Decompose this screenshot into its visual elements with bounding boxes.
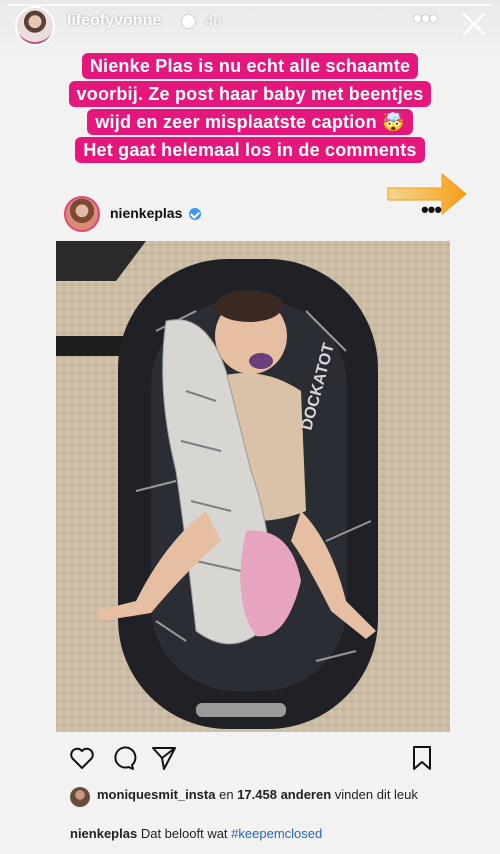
story-username[interactable]: lifeofyvonne — [67, 12, 161, 30]
likes-first-user[interactable]: moniquesmit_insta — [97, 787, 215, 802]
caption-line: Nienke Plas is nu echt alle schaamte — [81, 53, 419, 79]
caption-line: voorbij. Ze post haar baby met beentjes — [68, 81, 432, 107]
story-avatar[interactable] — [15, 6, 55, 46]
likes-others[interactable]: anderen — [281, 787, 332, 802]
likes-text[interactable]: moniquesmit_insta en 17.458 anderen vind… — [97, 786, 437, 803]
caption-line: Het gaat helemaal los in de comments — [75, 137, 425, 163]
likes-connector: en — [219, 787, 234, 802]
caption-line: wijd en zeer misplaatste caption 🤯 — [87, 109, 413, 135]
story-caption: Nienke Plas is nu echt alle schaamte voo… — [0, 52, 500, 164]
verified-badge-icon — [182, 15, 195, 28]
story-timestamp: 4u — [205, 13, 222, 30]
post-photo: DOCKATOT — [56, 241, 450, 732]
caption-hashtag[interactable]: #keepemclosed — [231, 826, 322, 841]
post-actions — [56, 744, 450, 774]
post-username[interactable]: nienkeplas — [110, 205, 182, 221]
post-caption: nienkeplas Dat belooft wat #keepemclosed — [70, 826, 322, 841]
verified-badge-icon — [189, 208, 201, 220]
caption-username[interactable]: nienkeplas — [70, 826, 137, 841]
send-icon[interactable] — [150, 744, 178, 772]
likes-suffix: vinden dit leuk — [334, 787, 418, 802]
bookmark-icon[interactable] — [408, 744, 436, 772]
more-horizontal-icon[interactable]: ••• — [416, 199, 446, 221]
heart-icon[interactable] — [68, 744, 96, 772]
likes-count[interactable]: 17.458 — [237, 787, 277, 802]
post-avatar[interactable] — [64, 196, 100, 232]
more-horizontal-icon[interactable]: ••• — [410, 5, 440, 36]
avatar[interactable] — [70, 787, 90, 807]
caption-text: Dat belooft wat — [140, 826, 228, 841]
post-header: nienkeplas ••• — [56, 193, 450, 237]
close-icon[interactable] — [458, 8, 490, 40]
comment-icon[interactable] — [109, 744, 137, 772]
